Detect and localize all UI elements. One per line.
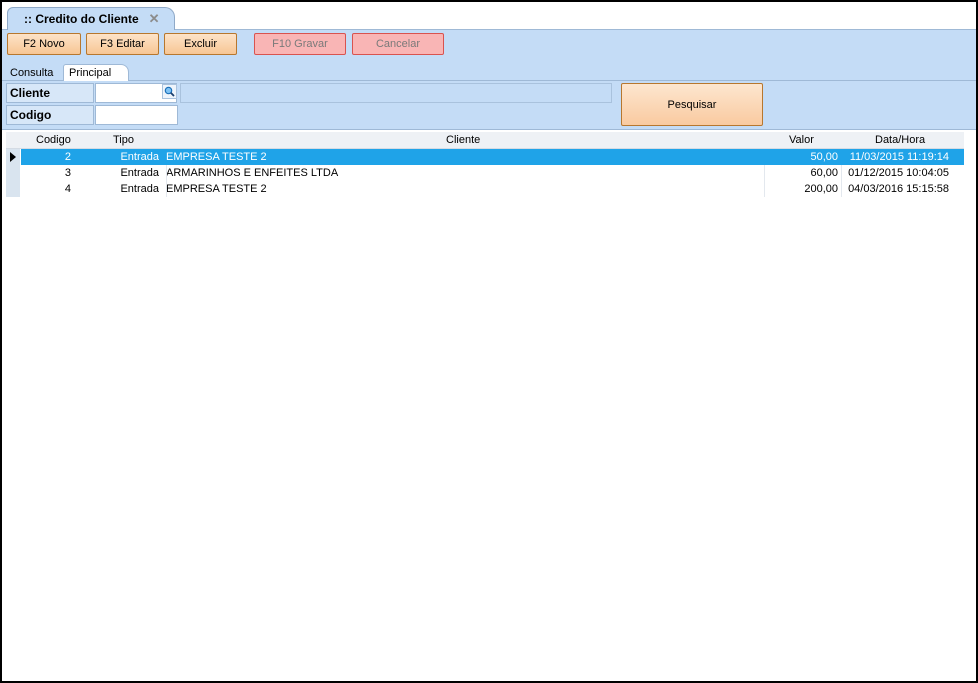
cliente-name-field [180,83,612,103]
cell-tipo: Entrada [120,183,159,195]
column-divider [841,181,842,197]
codigo-label: Codigo [6,105,94,125]
editar-button[interactable]: F3 Editar [86,33,159,55]
magnifier-icon[interactable] [162,84,177,99]
tab-credito-do-cliente[interactable]: :: Credito do Cliente ✕ [7,7,175,30]
codigo-input[interactable] [95,105,178,125]
row-cells: 3 Entrada ARMARINHOS E ENFEITES LTDA 60,… [21,165,964,181]
row-indicator [6,181,20,197]
cancelar-button[interactable]: Cancelar [352,33,444,55]
row-cells: 2 Entrada EMPRESA TESTE 2 50,00 11/03/20… [21,149,964,165]
table-row[interactable]: 3 Entrada ARMARINHOS E ENFEITES LTDA 60,… [6,165,964,181]
view-tabs: Consulta Principal [2,61,976,81]
column-divider [764,165,765,181]
cell-valor: 200,00 [804,183,838,195]
row-cells: 4 Entrada EMPRESA TESTE 2 200,00 04/03/2… [21,181,964,197]
column-header-codigo[interactable]: Codigo [36,132,71,149]
column-header-valor[interactable]: Valor [789,132,814,149]
cell-tipo: Entrada [120,167,159,179]
results-grid: Codigo Tipo Cliente Valor Data/Hora 2 En… [6,132,964,680]
gravar-button[interactable]: F10 Gravar [254,33,346,55]
column-divider [166,165,167,181]
cell-data-hora: 11/03/2015 11:19:14 [849,151,949,163]
excluir-button[interactable]: Excluir [164,33,237,55]
column-header-data-hora[interactable]: Data/Hora [875,132,925,149]
table-row[interactable]: 2 Entrada EMPRESA TESTE 2 50,00 11/03/20… [6,149,964,165]
tab-principal[interactable]: Principal [63,64,129,81]
credito-cliente-window: :: Credito do Cliente ✕ F2 Novo F3 Edita… [0,0,978,683]
column-divider [764,181,765,197]
cell-data-hora: 04/03/2016 15:15:58 [848,183,949,195]
tab-consulta[interactable]: Consulta [5,64,58,81]
document-tab-strip: :: Credito do Cliente ✕ [2,2,976,30]
novo-button[interactable]: F2 Novo [7,33,81,55]
column-divider [841,165,842,181]
cell-data-hora: 01/12/2015 10:04:05 [848,167,949,179]
column-header-cliente[interactable]: Cliente [446,132,480,149]
column-divider [166,181,167,197]
cell-cliente: EMPRESA TESTE 2 [166,151,267,163]
cell-tipo: Entrada [120,151,159,163]
pesquisar-button[interactable]: Pesquisar [621,83,763,126]
column-header-tipo[interactable]: Tipo [113,132,134,149]
cell-codigo: 3 [64,167,71,179]
cell-cliente: EMPRESA TESTE 2 [166,183,267,195]
cell-codigo: 4 [64,183,71,195]
table-row[interactable]: 4 Entrada EMPRESA TESTE 2 200,00 04/03/2… [6,181,964,197]
cell-codigo: 2 [64,151,71,163]
cell-valor: 50,00 [810,151,838,163]
cliente-label: Cliente [6,83,94,103]
toolbar: F2 Novo F3 Editar Excluir F10 Gravar Can… [2,30,976,61]
close-icon[interactable]: ✕ [149,11,160,27]
cell-cliente: ARMARINHOS E ENFEITES LTDA [166,167,339,179]
grid-header: Codigo Tipo Cliente Valor Data/Hora [6,132,964,149]
row-indicator [6,165,20,181]
triangle-right-icon [6,149,20,165]
tab-title: :: Credito do Cliente [24,12,139,26]
cell-valor: 60,00 [810,167,838,179]
filter-panel: Cliente Codigo Pesquisar [2,81,976,130]
